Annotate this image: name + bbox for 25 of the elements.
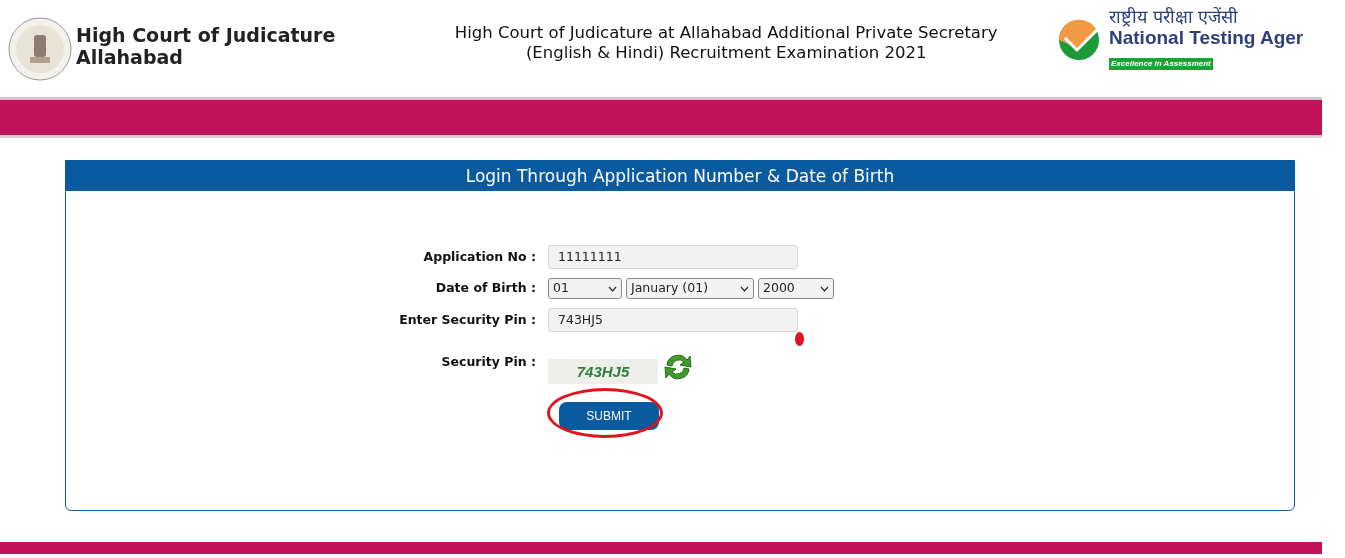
checkmark-logo-icon: [1057, 17, 1101, 62]
input-field[interactable]: 11111111: [548, 245, 798, 269]
field-label: Application No :: [422, 247, 537, 266]
select-dropdown[interactable]: 01: [548, 278, 622, 299]
agency-name-hindi: राष्ट्रीय परीक्षा एजेंसी: [1109, 6, 1240, 27]
caret-icon: [608, 285, 617, 292]
select-dropdown[interactable]: 2000: [758, 278, 834, 299]
captcha-image: 743HJ5: [548, 359, 658, 384]
caret-icon: [740, 285, 749, 292]
submit-button[interactable]: SUBMIT: [559, 402, 659, 430]
org-title-line: Allahabad: [76, 45, 184, 68]
agency-name: National Testing Ager: [1109, 26, 1304, 49]
select-dropdown[interactable]: January (01): [626, 278, 754, 299]
org-title-line: High Court of Judicature: [76, 23, 336, 46]
input-field[interactable]: 743HJ5: [548, 308, 798, 332]
exam-title-line: (English & Hindi) Recruitment Examination 2021: [524, 42, 928, 63]
caret-icon: [820, 285, 829, 292]
card-title: Login Through Application Number & Date of Birth: [66, 161, 1294, 191]
field-label: Enter Security Pin :: [398, 310, 537, 329]
field-label: Security Pin :: [440, 353, 537, 372]
exam-title-line: High Court of Judicature at Allahabad Additional Private Secretary: [453, 22, 999, 43]
refresh-icon[interactable]: [662, 351, 694, 383]
field-label: Date of Birth :: [434, 279, 537, 298]
agency-tagline: Excellence in Assessment: [1109, 57, 1213, 70]
emblem-logo: [8, 16, 72, 81]
